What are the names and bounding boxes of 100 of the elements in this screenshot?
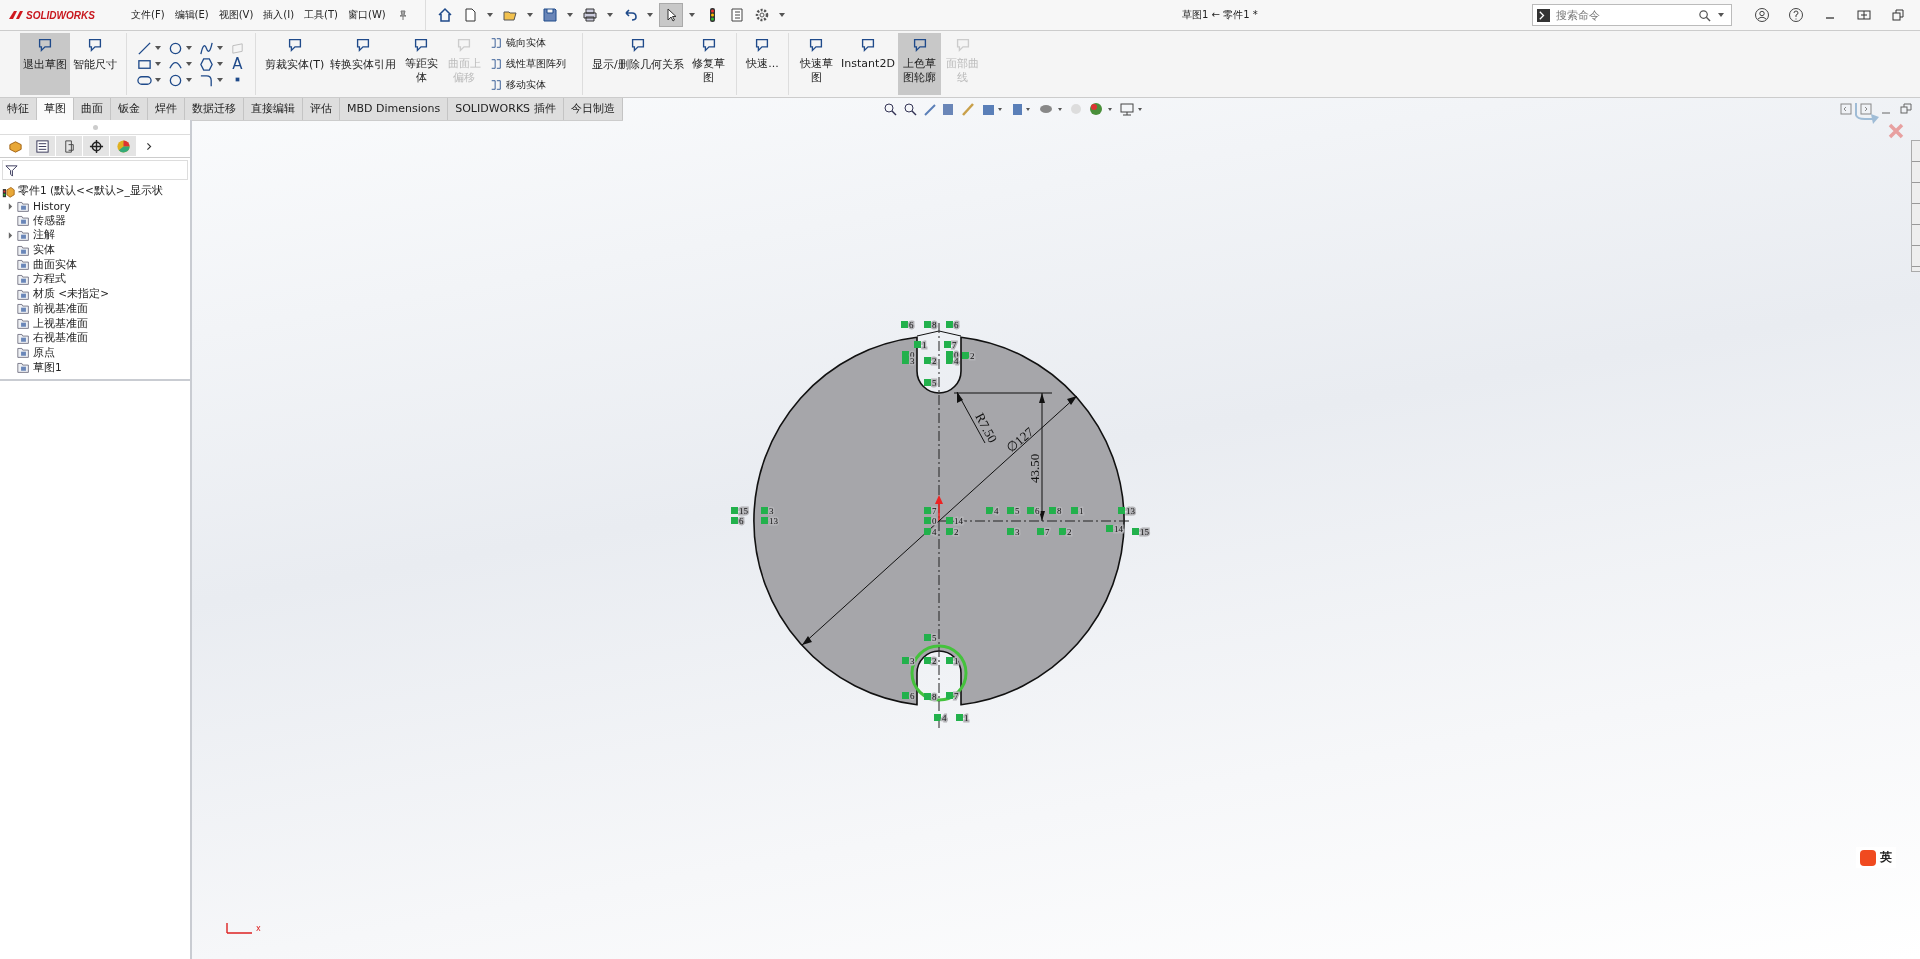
caret-icon[interactable] (186, 46, 192, 50)
relation-tag: 1 (956, 713, 969, 723)
property-tab[interactable] (29, 136, 55, 156)
relation-tag: 3 (1007, 527, 1020, 537)
caret-icon[interactable] (186, 62, 192, 66)
caret-icon[interactable] (217, 46, 223, 50)
relation-tag: 2 (1059, 527, 1072, 537)
search-box[interactable]: 搜索命令 (1532, 4, 1732, 26)
tree-item[interactable]: History (33, 200, 71, 213)
input-method-indicator[interactable]: 英 (1856, 847, 1896, 868)
panel-right-icon[interactable] (1860, 103, 1872, 115)
ribbon-button[interactable]: 显示/删除几何关系 (589, 33, 687, 95)
caret-icon[interactable] (778, 13, 785, 17)
ribbon-button[interactable]: 退出草图 (20, 33, 70, 95)
tree-node-icon (17, 287, 30, 301)
ribbon-button[interactable]: Instant2D (838, 33, 898, 95)
caret-icon[interactable] (646, 13, 653, 17)
spline-icon[interactable] (199, 40, 214, 56)
tree-item[interactable]: 材质 <未指定> (33, 287, 109, 302)
tree-item[interactable]: 前视基准面 (33, 301, 88, 316)
tile-icon[interactable] (1856, 7, 1872, 23)
caret-icon[interactable] (217, 62, 223, 66)
tree-item[interactable]: 注解 (33, 228, 55, 243)
ribbon-command[interactable]: 移动实体 (490, 77, 567, 92)
caret-icon[interactable] (1718, 13, 1724, 17)
caret-icon[interactable] (155, 46, 161, 50)
ribbon-tab[interactable]: 直接编辑 (244, 97, 303, 120)
ribbon-tab[interactable]: 数据迁移 (185, 97, 244, 120)
ribbon-button[interactable]: 转换实体引用 (327, 33, 400, 95)
ribbon-button[interactable]: 上色草图轮廓 (897, 33, 942, 95)
appearance-tab[interactable] (110, 136, 136, 156)
relation-tag: 0 (924, 516, 937, 526)
circle-icon[interactable] (168, 72, 183, 88)
tree-node-icon (17, 317, 30, 331)
ribbon-command[interactable]: 镜向实体 (490, 36, 567, 51)
tree-item[interactable]: 方程式 (33, 272, 66, 287)
line-icon[interactable] (137, 40, 152, 56)
origin-axis-icon (935, 495, 943, 522)
ribbon-tab[interactable]: 曲面 (74, 97, 111, 120)
ribbon-button[interactable]: 快速草图 (794, 33, 839, 95)
caret-icon[interactable] (606, 13, 613, 17)
restore-icon[interactable] (1890, 7, 1906, 23)
configuration-tab[interactable] (56, 136, 82, 156)
polygon-icon[interactable] (199, 56, 214, 72)
menu-item[interactable]: 窗口(W) (343, 6, 391, 24)
help-icon[interactable] (1788, 7, 1804, 23)
ribbon-tab[interactable]: 特征 (0, 97, 37, 120)
ribbon-button[interactable]: 修复草图 (686, 33, 731, 95)
text-tool[interactable]: A (232, 56, 243, 72)
ribbon-tab[interactable]: 评估 (303, 97, 340, 120)
relation-tag: 1 (946, 656, 959, 666)
caret-icon[interactable] (566, 13, 573, 17)
expand-arrow-icon[interactable] (7, 231, 13, 239)
relation-tag: 6 (946, 320, 959, 330)
tree-item[interactable]: 草图1 (33, 360, 62, 375)
search-field[interactable]: 搜索命令 (1554, 7, 1694, 23)
caret-icon[interactable] (186, 78, 192, 82)
tree-node-icon (17, 199, 30, 213)
ribbon-tab[interactable]: 焊件 (148, 97, 185, 120)
ribbon-tab[interactable]: MBD Dimensions (340, 97, 449, 120)
ribbon-command[interactable]: 线性草图阵列 (490, 57, 567, 71)
panel-left-icon[interactable] (1840, 103, 1852, 115)
tree-item[interactable]: 原点 (33, 345, 55, 360)
restore-icon[interactable] (1900, 103, 1912, 115)
caret-icon[interactable] (155, 78, 161, 82)
relation-tag: 2 (962, 351, 975, 361)
menu-item[interactable]: 插入(I) (258, 6, 300, 24)
ribbon-tab[interactable]: 钣金 (111, 97, 148, 120)
tree-root-label[interactable]: 零件1 (默认<<默认>_显示状 (18, 184, 163, 199)
caret-icon[interactable] (155, 62, 161, 66)
chevron-right-icon[interactable] (145, 140, 153, 152)
user-icon[interactable] (1754, 7, 1770, 23)
ribbon-tab[interactable]: SOLIDWORKS 插件 (448, 97, 564, 120)
ribbon-button[interactable]: 快速... (743, 33, 782, 95)
caret-icon[interactable] (217, 78, 223, 82)
search-icon[interactable] (1698, 8, 1711, 22)
dimension-tab[interactable] (83, 136, 109, 156)
caret-icon[interactable] (486, 13, 493, 17)
tree-item[interactable]: 传感器 (33, 213, 66, 228)
tree-item[interactable]: 实体 (33, 243, 55, 258)
menu-item[interactable]: 视图(V) (213, 6, 259, 24)
tree-item[interactable]: 右视基准面 (33, 331, 88, 346)
ribbon-button[interactable]: 智能尺寸 (70, 33, 120, 95)
expand-arrow-icon[interactable] (7, 202, 13, 210)
ribbon-tab[interactable]: 草图 (37, 97, 74, 120)
menu-item[interactable]: 工具(T) (299, 6, 344, 24)
caret-icon[interactable] (688, 13, 695, 17)
ribbon-button[interactable]: 剪裁实体(T) (262, 33, 328, 95)
filter-field[interactable] (2, 160, 188, 180)
fillet-icon[interactable] (199, 72, 214, 88)
ribbon-button[interactable]: 等距实体 (399, 33, 443, 95)
tree-item[interactable]: 上视基准面 (33, 316, 88, 331)
collapse-handle[interactable] (92, 124, 98, 130)
circle-icon[interactable] (168, 40, 183, 56)
select-icon[interactable] (658, 3, 683, 27)
menu-item[interactable]: 文件(F) (126, 6, 170, 24)
caret-icon[interactable] (526, 13, 533, 17)
tree-item[interactable]: 曲面实体 (33, 257, 77, 272)
relation-tag: 3 (902, 656, 915, 666)
menu-item[interactable]: 编辑(E) (169, 6, 214, 24)
